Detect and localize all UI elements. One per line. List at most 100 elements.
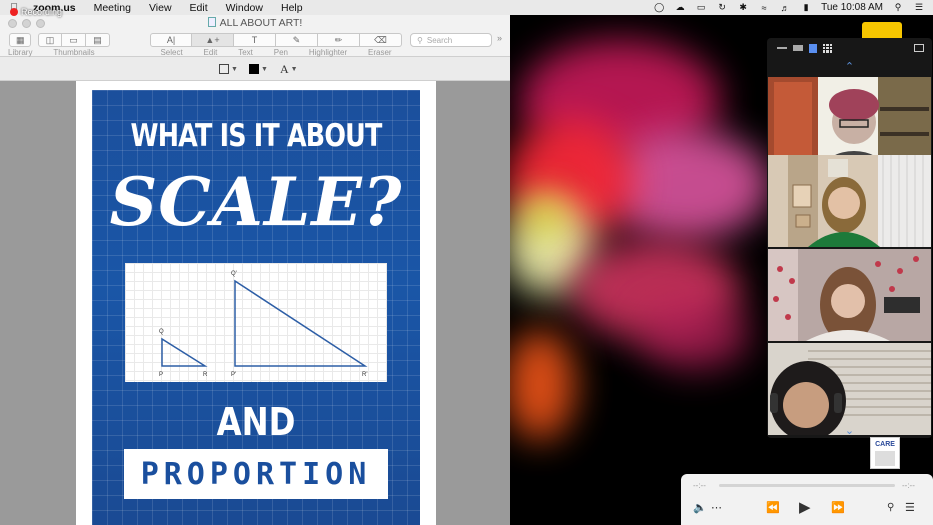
menu-window[interactable]: Window	[217, 2, 272, 14]
menu-view[interactable]: View	[140, 2, 181, 14]
battery-icon[interactable]: ▮	[800, 2, 812, 13]
strip-view-icon[interactable]	[809, 43, 817, 53]
menu-bar-status-area: ◯ ☁ ▭ ↻ ✱ ≈ ♬ ▮ Tue 10:08 AM ⚲ ☰	[653, 0, 925, 15]
airplay-icon[interactable]: ▭	[695, 2, 707, 13]
participant-video-4	[768, 343, 931, 435]
highlighter-label: Highlighter	[308, 48, 348, 57]
label-q: Q	[159, 329, 164, 335]
list-view-icon[interactable]: ▤	[86, 33, 110, 47]
care-card-thumbnail[interactable]: CARE	[870, 437, 900, 469]
poster: WHAT IS IT ABOUT SCALE? Q P R Q' P' R' A…	[92, 90, 420, 525]
bluetooth-icon[interactable]: ✱	[737, 2, 749, 13]
poster-heading: WHAT IS IT ABOUT	[130, 118, 383, 154]
participant-video-tile[interactable]	[768, 155, 931, 247]
sidebar-icon[interactable]: ◫	[38, 33, 62, 47]
fill-color-swatch-icon	[249, 64, 259, 74]
time-remaining: --:--	[902, 481, 915, 490]
notification-center-icon[interactable]: ☰	[913, 2, 925, 13]
time-machine-icon[interactable]: ↻	[716, 2, 728, 13]
more-options-icon[interactable]: ⋯	[711, 498, 722, 516]
wallpaper-burst-yellow	[520, 195, 570, 235]
volume-icon[interactable]: ♬	[779, 3, 791, 13]
speaker-view-icon[interactable]	[793, 45, 803, 51]
recording-indicator: Recording	[10, 7, 62, 17]
fill-color-control[interactable]: ▼	[249, 62, 268, 76]
preview-toolbar: ALL ABOUT ART! ▦ Library ◫ ▭ ▤ Thumbnail…	[0, 15, 510, 57]
label-r-prime: R'	[362, 372, 367, 378]
book-icon[interactable]: ▭	[62, 33, 86, 47]
search-icon[interactable]: ⚲	[887, 498, 894, 516]
gallery-view-icon[interactable]	[823, 43, 832, 53]
sidebar-view-segment[interactable]: ◫ ▭ ▤	[38, 33, 110, 47]
zoom-video-panel: ⌃ ⌄	[767, 38, 932, 438]
preview-window: ALL ABOUT ART! ▦ Library ◫ ▭ ▤ Thumbnail…	[0, 15, 510, 525]
document-icon	[207, 17, 216, 27]
menu-meeting[interactable]: Meeting	[85, 2, 140, 14]
toolbar-overflow-chevron-icon[interactable]: »	[497, 33, 502, 43]
time-elapsed: --:--	[693, 481, 706, 490]
chevron-down-icon: ▼	[261, 65, 268, 73]
scrub-bar[interactable]	[719, 484, 895, 487]
thumbnails-tool[interactable]: ◫ ▭ ▤ Thumbnails	[38, 33, 110, 57]
proportion-banner: PROPORTION	[124, 449, 388, 499]
poster-scale-word: SCALE?	[109, 163, 403, 241]
media-player-controls: --:-- --:-- 🔈 ⋯ ⏪ ▶ ⏩ ⚲ ☰	[681, 474, 933, 525]
participant-video-tile[interactable]	[768, 249, 931, 341]
pen-tool-button[interactable]: ✎	[276, 33, 318, 47]
border-style-control[interactable]: ▼	[219, 62, 238, 76]
library-label: Library	[8, 48, 33, 57]
eraser-label: Eraser	[368, 48, 392, 57]
fast-forward-icon[interactable]: ⏩	[831, 498, 845, 516]
menu-help[interactable]: Help	[272, 2, 312, 14]
similar-triangles-diagram: Q P R Q' P' R'	[125, 263, 387, 382]
eraser-tool-button[interactable]: ⌫	[360, 33, 402, 47]
pen-label: Pen	[273, 48, 288, 57]
window-title: ALL ABOUT ART!	[0, 17, 510, 29]
chevron-down-icon: ▼	[231, 65, 238, 73]
document-page: WHAT IS IT ABOUT SCALE? Q P R Q' P' R' A…	[76, 81, 436, 525]
poster-proportion-word: PROPORTION	[140, 456, 372, 492]
play-icon[interactable]: ▶	[799, 498, 811, 516]
cloud-upload-icon[interactable]: ☁	[674, 2, 686, 13]
participant-video-tile[interactable]	[768, 343, 931, 435]
scroll-down-chevron-icon[interactable]: ⌄	[767, 424, 932, 437]
search-placeholder: Search	[426, 35, 453, 45]
thumbnails-label: Thumbnails	[53, 48, 95, 57]
scroll-up-chevron-icon[interactable]: ⌃	[767, 60, 932, 73]
library-tool[interactable]: ▦ Library	[8, 33, 32, 57]
care-card-image	[875, 451, 895, 466]
label-r: R	[203, 372, 208, 378]
label-q-prime: Q'	[231, 271, 237, 277]
edit-tool-button[interactable]: ▲+	[192, 33, 234, 47]
hide-video-icon[interactable]	[777, 47, 787, 49]
select-tool-button[interactable]: A|	[150, 33, 192, 47]
rewind-icon[interactable]: ⏪	[766, 498, 780, 516]
wifi-icon[interactable]: ≈	[758, 3, 770, 13]
text-tool-button[interactable]: T	[234, 33, 276, 47]
zoom-status-chip[interactable]	[862, 22, 902, 38]
volume-icon[interactable]: 🔈	[693, 498, 707, 516]
menu-edit[interactable]: Edit	[181, 2, 217, 14]
label-p: P	[159, 372, 163, 378]
label-p-prime: P'	[231, 372, 236, 378]
triangles-svg: Q P R Q' P' R'	[159, 271, 368, 378]
menu-bar-clock[interactable]: Tue 10:08 AM	[821, 2, 883, 13]
video-panel-toolbar	[767, 38, 932, 58]
search-field[interactable]: ⚲ Search	[410, 33, 492, 47]
participant-video-3	[768, 249, 931, 341]
playlist-icon[interactable]: ☰	[905, 498, 915, 516]
markup-segment: A| ▲+ T ✎ ✏ ⌫	[150, 33, 402, 47]
spotlight-search-icon[interactable]: ⚲	[892, 2, 904, 13]
exit-minimized-icon[interactable]	[914, 44, 924, 52]
creative-cloud-icon[interactable]: ◯	[653, 2, 665, 13]
recording-label: Recording	[21, 7, 63, 17]
window-title-text: ALL ABOUT ART!	[219, 17, 303, 29]
highlighter-tool-button[interactable]: ✏	[318, 33, 360, 47]
small-triangle	[161, 337, 208, 367]
screen:  zoom.us Meeting View Edit Window Help …	[0, 0, 933, 525]
poster-and-word: AND	[216, 400, 296, 444]
text-style-icon: A	[280, 61, 289, 76]
text-style-control[interactable]: A ▼	[280, 62, 298, 76]
chevron-down-icon: ▼	[290, 65, 298, 73]
library-icon[interactable]: ▦	[9, 33, 32, 47]
